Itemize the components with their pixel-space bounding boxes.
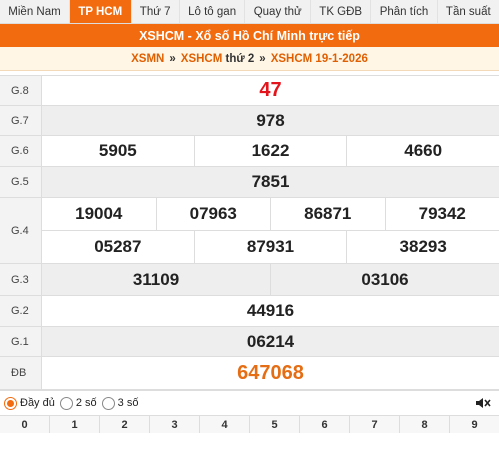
option-full[interactable]: Đầy đủ [4,396,55,410]
tab-tk-gdb[interactable]: TK GĐB [311,0,372,23]
breadcrumb-weekday[interactable]: thứ 2 [226,53,255,65]
digit-button[interactable]: 2 [100,416,150,433]
tab-phan-tich[interactable]: Phân tích [371,0,438,23]
prize-value: 05287 [42,231,195,263]
digit-button[interactable]: 4 [200,416,250,433]
prize-value: 87931 [195,231,348,263]
results-table: G.8 47 G.7 978 G.6 5905 1622 4660 G.5 78… [0,75,499,391]
prize-value: 79342 [418,204,466,223]
breadcrumb-xshcm[interactable]: XSHCM [181,53,223,65]
prize-value: 06214 [246,331,295,351]
prize-value: 86871 [271,198,386,230]
region-tabs: Miền Nam TP HCM Thứ 7 Lô tô gan Quay thử… [0,0,499,24]
display-options: Đầy đủ 2 số 3 số [0,393,499,413]
digit-button[interactable]: 3 [150,416,200,433]
prize-row-g2: G.2 44916 [0,296,499,327]
digit-button[interactable]: 5 [250,416,300,433]
tab-lo-to-gan[interactable]: Lô tô gan [180,0,246,23]
prize-value: 44916 [246,301,295,320]
prize-label: ĐB [0,357,42,389]
breadcrumb: XSMN » XSHCM thứ 2 » XSHCM 19-1-2026 [0,47,499,71]
digit-button[interactable]: 9 [450,416,499,433]
option-3-digits[interactable]: 3 số [101,396,139,410]
prize-label: G.5 [0,167,42,197]
prize-row-g6: G.6 5905 1622 4660 [0,136,499,167]
special-prize-value: 647068 [237,361,304,384]
digit-filter: 0 1 2 3 4 5 6 7 8 9 [0,415,499,433]
radio-icon[interactable] [101,396,115,410]
option-label: 2 số [75,397,97,409]
radio-checked-icon[interactable] [4,396,17,410]
breadcrumb-xsmn[interactable]: XSMN [131,53,164,65]
prize-label: G.7 [0,106,42,135]
tab-tan-suat[interactable]: Tần suất [438,0,499,23]
prize-value: 1622 [195,136,348,166]
prize-row-g7: G.7 978 [0,106,499,136]
digit-button[interactable]: 1 [50,416,100,433]
prize-label: G.2 [0,296,42,326]
tab-thu-7[interactable]: Thứ 7 [132,0,180,23]
prize-row-g3: G.3 31109 03106 [0,264,499,296]
prize-value: 07963 [157,198,271,230]
breadcrumb-current-date[interactable]: XSHCM 19-1-2026 [271,53,368,65]
prize-label: G.4 [0,198,42,263]
tab-quay-thu[interactable]: Quay thử [245,0,311,23]
option-label: 3 số [117,397,139,409]
prize-row-g4: G.4 19004 07963 86871 79342 05287 87931 … [0,198,499,264]
prize-value: 4660 [404,141,443,160]
prize-label: G.1 [0,327,42,356]
breadcrumb-separator: » [169,52,176,65]
prize-value: 7851 [251,172,290,191]
prize-label: G.8 [0,76,42,105]
prize-value: 47 [259,79,282,101]
page-title: XSHCM - Xổ số Hồ Chí Minh trực tiếp [0,24,499,47]
digit-button[interactable]: 8 [400,416,450,433]
prize-value: 31109 [42,264,271,295]
prize-label: G.6 [0,136,42,166]
prize-value: 5905 [42,136,195,166]
digit-button[interactable]: 7 [350,416,400,433]
prize-row-special: ĐB 647068 [0,357,499,390]
digit-button[interactable]: 6 [300,416,350,433]
prize-row-g1: G.1 06214 [0,327,499,357]
mute-icon[interactable] [475,396,491,410]
prize-value: 38293 [399,237,447,256]
prize-value: 978 [256,110,285,130]
radio-icon[interactable] [59,396,73,410]
digit-button[interactable]: 0 [0,416,50,433]
breadcrumb-separator: » [259,52,266,65]
prize-row-g8: G.8 47 [0,76,499,106]
prize-label: G.3 [0,264,42,295]
tab-tp-hcm[interactable]: TP HCM [70,0,132,23]
prize-value: 19004 [42,198,157,230]
tab-mien-nam[interactable]: Miền Nam [0,0,71,23]
prize-row-g5: G.5 7851 [0,167,499,198]
option-label: Đầy đủ [20,397,55,409]
prize-value: 03106 [361,269,409,289]
option-2-digits[interactable]: 2 số [59,396,97,410]
